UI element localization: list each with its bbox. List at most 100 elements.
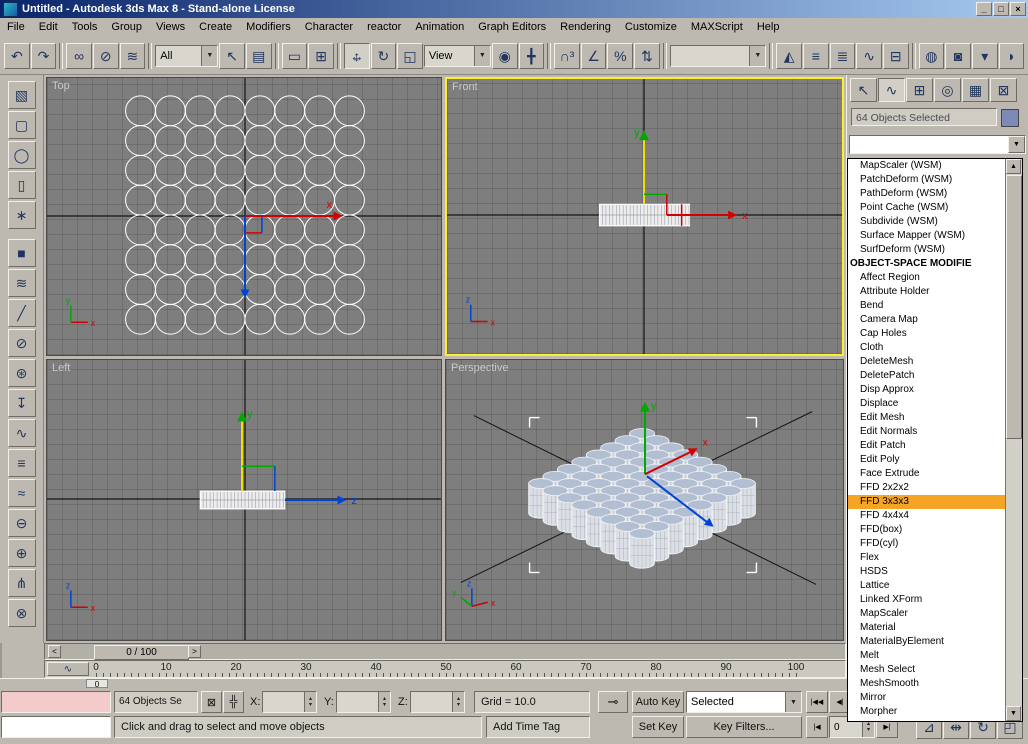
y-coordinate-field[interactable]: ▴ ▾ (336, 691, 391, 713)
tab-motion[interactable]: ◎ (934, 78, 961, 102)
modifier-item[interactable]: FFD(cyl) (848, 537, 1005, 551)
modifier-item[interactable]: SurfDeform (WSM) (848, 243, 1005, 257)
chevron-down-icon[interactable]: ▼ (785, 692, 801, 712)
modifier-item[interactable]: Surface Mapper (WSM) (848, 229, 1005, 243)
x-coordinate-field[interactable]: ▴ ▾ (262, 691, 317, 713)
select-and-rotate-button[interactable]: ↻ (370, 42, 397, 69)
macro-recorder-field[interactable] (1, 691, 111, 713)
gear-button[interactable]: ⊛ (7, 359, 36, 387)
absolute-offset-toggle-button[interactable]: ╬ (223, 691, 244, 713)
menu-file[interactable]: File (0, 18, 32, 37)
render-scene-button[interactable]: ◙ (945, 42, 971, 69)
menu-create[interactable]: Create (192, 18, 239, 37)
modifier-item[interactable]: HSDS (848, 565, 1005, 579)
viewport-top[interactable]: x x y Top (46, 77, 442, 356)
z-coordinate-field[interactable]: ▴ ▾ (410, 691, 465, 713)
lock-selection-button[interactable]: ⊠ (201, 691, 222, 713)
viewport-left-label[interactable]: Left (52, 362, 70, 374)
menu-group[interactable]: Group (104, 18, 149, 37)
menu-character[interactable]: Character (298, 18, 360, 37)
group-button[interactable]: ⊗ (7, 599, 36, 627)
named-selection-sets-combo[interactable]: ▼ (669, 44, 767, 67)
menu-edit[interactable]: Edit (32, 18, 65, 37)
modifier-item[interactable]: Displace (848, 397, 1005, 411)
bind-to-space-warp-button[interactable]: ≋ (119, 42, 146, 69)
close-button[interactable]: × (1010, 2, 1026, 16)
menu-graph-editors[interactable]: Graph Editors (471, 18, 553, 37)
modifier-item[interactable]: Mesh Select (848, 663, 1005, 677)
minimize-button[interactable]: _ (976, 2, 992, 16)
x-spinner[interactable]: ▴ ▾ (304, 692, 316, 712)
modifier-item[interactable]: Lattice (848, 579, 1005, 593)
modifier-item[interactable]: MeshSmooth (848, 677, 1005, 691)
modifier-item[interactable]: Camera Map (848, 313, 1005, 327)
scrollbar-thumb[interactable] (1006, 175, 1022, 439)
layers-button[interactable]: ≡ (7, 449, 36, 477)
modifier-item[interactable]: DeleteMesh (848, 355, 1005, 369)
go-to-start-button[interactable]: |◀◀ (806, 691, 828, 713)
modifier-item[interactable]: MaterialByElement (848, 635, 1005, 649)
modifier-item[interactable]: DeletePatch (848, 369, 1005, 383)
walkthrough-button[interactable]: ⋔ (7, 569, 36, 597)
modifier-item[interactable]: Edit Mesh (848, 411, 1005, 425)
waves-button[interactable]: ≈ (7, 479, 36, 507)
modifier-item[interactable]: Melt (848, 649, 1005, 663)
menu-animation[interactable]: Animation (408, 18, 471, 37)
play-backwards-button[interactable]: |◀ (806, 716, 828, 738)
tab-modify[interactable]: ∿ (878, 78, 905, 102)
modifier-item[interactable]: Cloth (848, 341, 1005, 355)
modifier-item[interactable]: Disp Approx (848, 383, 1005, 397)
modifier-item[interactable]: Edit Normals (848, 425, 1005, 439)
modifier-item[interactable]: Flex (848, 551, 1005, 565)
modifier-item[interactable]: FFD 4x4x4 (848, 509, 1005, 523)
modifier-item[interactable]: Subdivide (WSM) (848, 215, 1005, 229)
modifier-list-combo[interactable]: ▼ (849, 135, 1026, 154)
solid-box-button[interactable]: ■ (7, 239, 36, 267)
spinner-down-icon[interactable]: ▾ (383, 702, 386, 708)
time-slider-thumb[interactable]: 0 / 100 (94, 645, 189, 660)
viewport-left[interactable]: y z z x Left (46, 359, 442, 641)
redo-button[interactable]: ↷ (30, 42, 57, 69)
modifier-item[interactable]: Mirror (848, 691, 1005, 705)
modifier-item[interactable]: FFD 2x2x2 (848, 481, 1005, 495)
spinner-down-icon[interactable]: ▾ (457, 702, 460, 708)
spline-button[interactable]: ╱ (7, 299, 36, 327)
use-pivot-point-center-button[interactable]: ◉ (491, 42, 518, 69)
sphere-primitive-button[interactable]: ◯ (7, 141, 36, 169)
select-by-name-button[interactable]: ▤ (245, 42, 272, 69)
modifier-item[interactable]: Morpher (848, 705, 1005, 719)
y-spinner[interactable]: ▴ ▾ (378, 692, 390, 712)
time-slider-previous-arrow[interactable]: < (48, 645, 61, 658)
modifier-item[interactable]: Edit Patch (848, 439, 1005, 453)
modifier-item[interactable]: Cap Holes (848, 327, 1005, 341)
box-primitive-button[interactable]: ▢ (7, 111, 36, 139)
chevron-down-icon[interactable]: ▼ (473, 45, 490, 66)
disk-stack-button[interactable]: ≋ (7, 269, 36, 297)
menu-maxscript[interactable]: MAXScript (684, 18, 750, 37)
tab-create[interactable]: ↖ (850, 78, 877, 102)
viewport-perspective[interactable]: y x z x y Perspective (445, 359, 844, 641)
scroll-up-icon[interactable]: ▲ (1006, 159, 1021, 174)
spinner-snap-button[interactable]: ⇅ (634, 42, 660, 69)
scroll-down-icon[interactable]: ▼ (1006, 706, 1021, 721)
select-and-scale-button[interactable]: ◱ (397, 42, 423, 69)
select-and-move-button[interactable]: ↔ ↕ (343, 42, 370, 69)
object-color-swatch[interactable] (1001, 109, 1019, 127)
spinner-down-icon[interactable]: ▾ (309, 702, 312, 708)
select-and-link-button[interactable]: ∞ (66, 42, 92, 69)
modifier-item[interactable]: Point Cache (WSM) (848, 201, 1005, 215)
viewport-front-label[interactable]: Front (452, 81, 478, 93)
star-shape-button[interactable]: ∗ (7, 201, 36, 229)
render-type-button[interactable]: ▾ (971, 42, 998, 69)
shaded-view-button[interactable]: ▧ (7, 81, 36, 109)
menu-modifiers[interactable]: Modifiers (239, 18, 298, 37)
script-listener-field[interactable] (1, 716, 111, 738)
dropdown-scrollbar[interactable]: ▲ ▼ (1005, 159, 1022, 721)
set-keys-button[interactable]: ⊸ (598, 691, 628, 713)
reference-coordinate-system-combo[interactable]: View ▼ (423, 44, 491, 67)
curve-editor-button[interactable]: ∿ (856, 42, 882, 69)
viewport-front[interactable]: y x z x Front (445, 77, 844, 356)
selection-filter-combo[interactable]: All ▼ (155, 44, 219, 67)
spinner-down-icon[interactable]: ▾ (867, 727, 870, 733)
select-and-manipulate-button[interactable]: ╋ (518, 42, 545, 69)
